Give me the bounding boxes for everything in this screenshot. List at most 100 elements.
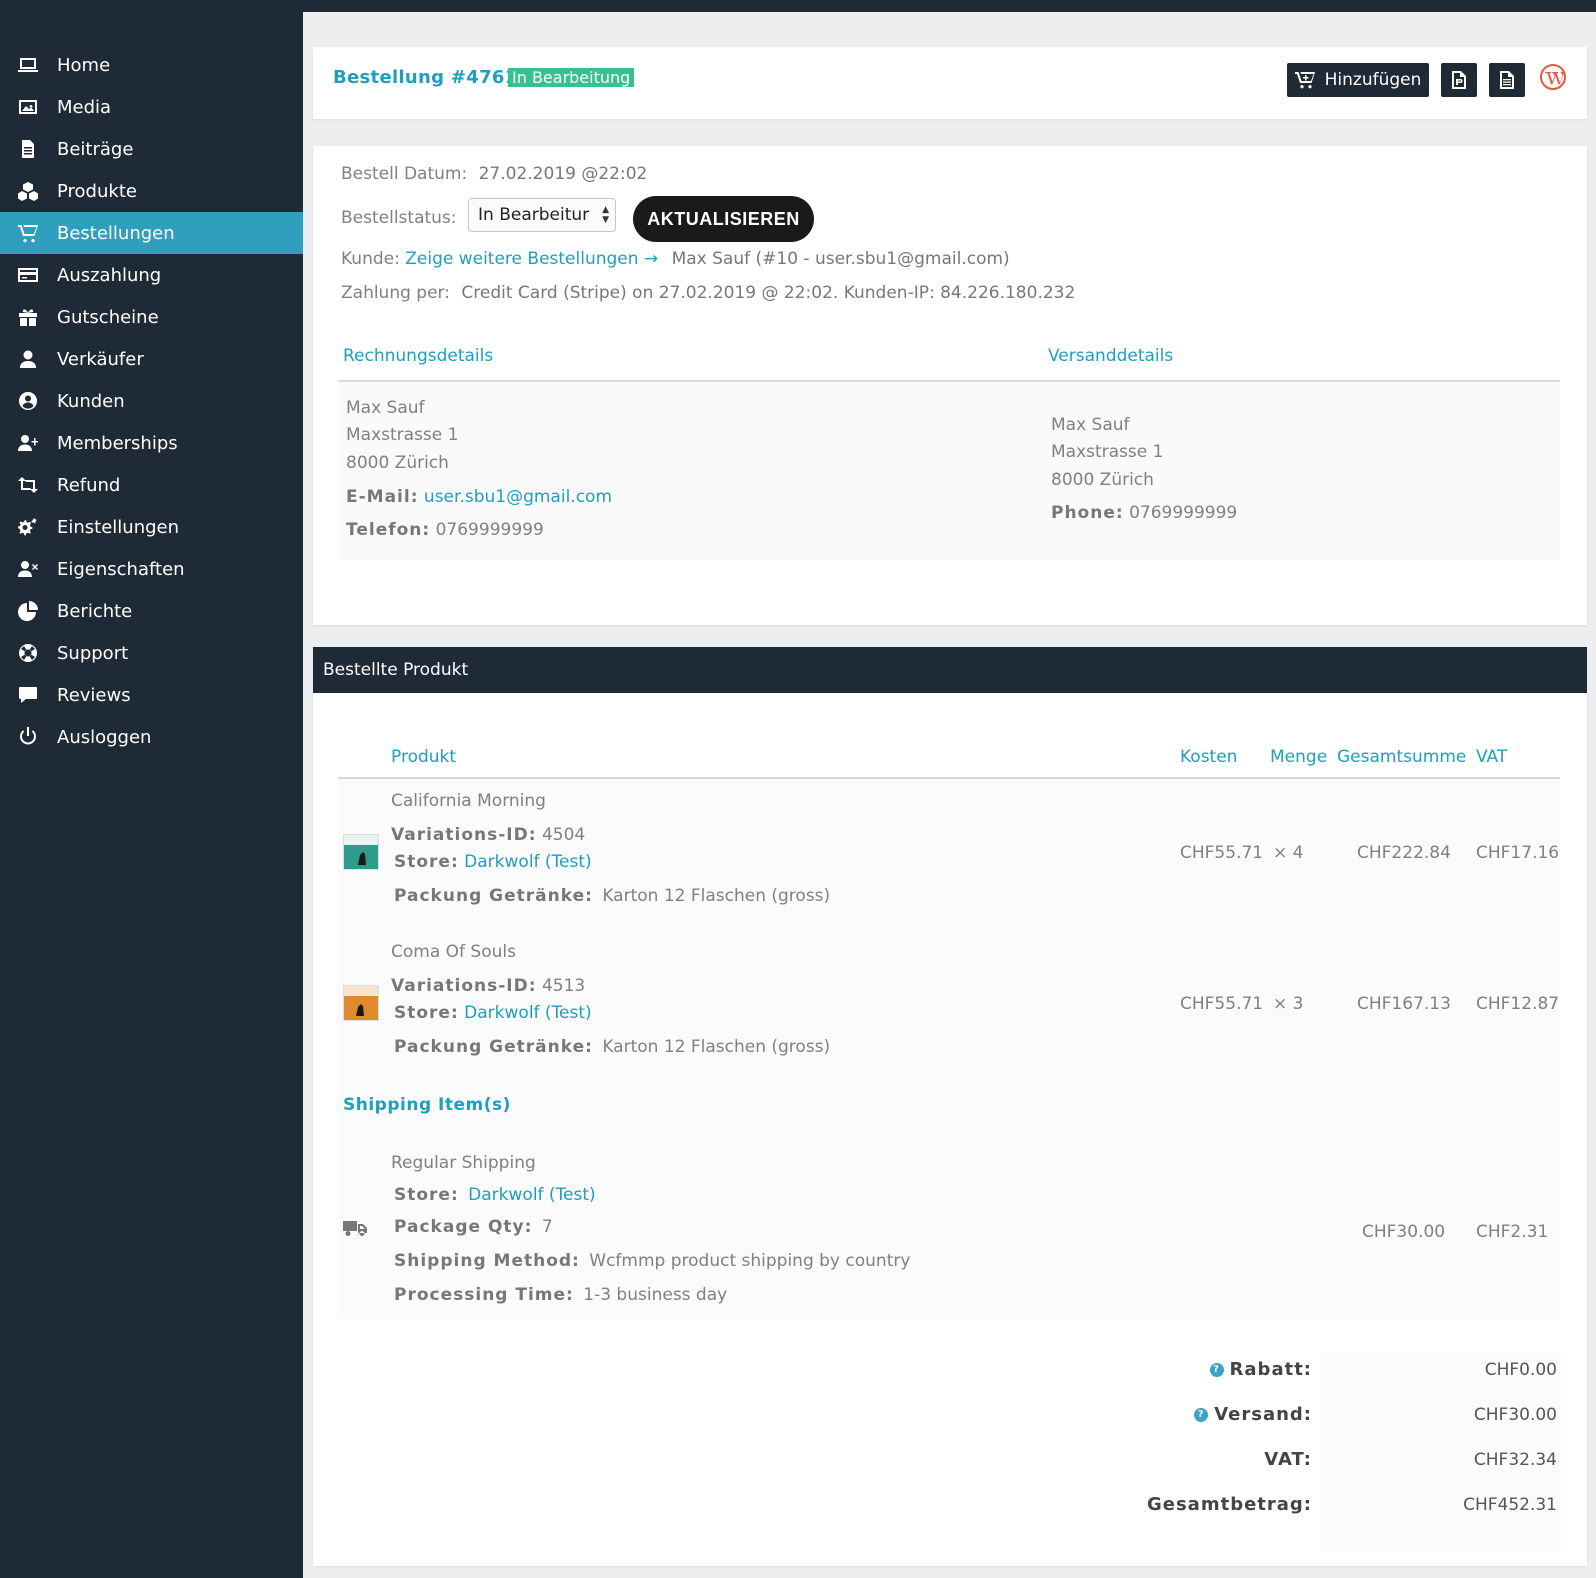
sidebar-item-eigenschaften[interactable]: Eigenschaften	[0, 548, 303, 590]
cart-plus-icon	[1294, 71, 1315, 89]
shipping-method: Wcfmmp product shipping by country	[589, 1251, 911, 1271]
help-icon[interactable]: ?	[1194, 1408, 1209, 1422]
power-icon	[18, 727, 38, 747]
sidebar-item-bestellungen[interactable]: Bestellungen	[0, 212, 303, 254]
sidebar-item-memberships[interactable]: Memberships	[0, 422, 303, 464]
items-list: California Morning Variations-ID: 4504 S…	[338, 779, 1560, 1319]
grand-total-value: CHF452.31	[1463, 1495, 1557, 1515]
pack-row: Packung Getränke: Karton 12 Flaschen (gr…	[394, 1037, 830, 1057]
sidebar-item-label: Memberships	[57, 432, 178, 454]
sidebar-item-ausloggen[interactable]: Ausloggen	[0, 716, 303, 758]
store-label: Store:	[394, 1185, 459, 1205]
billing-phone-row: Telefon: 0769999999	[346, 520, 544, 540]
shipping-method-row: Shipping Method: Wcfmmp product shipping…	[394, 1251, 910, 1271]
pack-value: Karton 12 Flaschen (gross)	[602, 1037, 831, 1057]
sidebar-item-label: Bestellungen	[57, 222, 175, 244]
cubes-icon	[18, 181, 38, 201]
user-icon	[18, 349, 38, 369]
shipping-store-row: Store: Darkwolf (Test)	[394, 1185, 596, 1205]
shipping-cost-label: ? Versand:	[1194, 1404, 1312, 1425]
comment-icon	[18, 685, 38, 705]
payment-info: Credit Card (Stripe) on 27.02.2019 @ 22:…	[461, 283, 1076, 303]
sidebar-item-home[interactable]: Home	[0, 44, 303, 86]
variation-id: 4513	[541, 976, 586, 996]
sidebar-item-label: Ausloggen	[57, 726, 152, 748]
variation-label: Variations-ID:	[391, 976, 537, 996]
sidebar-item-label: Gutscheine	[57, 306, 159, 328]
sidebar-item-label: Einstellungen	[57, 516, 180, 538]
item-cost: CHF55.71	[1180, 994, 1264, 1014]
processing-time-row: Processing Time: 1-3 business day	[394, 1285, 727, 1305]
billing-email-link[interactable]: user.sbu1@gmail.com	[424, 487, 612, 507]
monitor-icon	[18, 55, 38, 75]
order-status-label: Bestellstatus:	[341, 208, 457, 228]
billing-email-row: E-Mail: user.sbu1@gmail.com	[346, 487, 612, 507]
product-link[interactable]: California Morning	[391, 791, 546, 811]
add-button-label: Hinzufügen	[1324, 70, 1422, 90]
item-qty: × 3	[1273, 994, 1304, 1014]
sidebar-item-reviews[interactable]: Reviews	[0, 674, 303, 716]
customer-orders-link[interactable]: Zeige weitere Bestellungen →	[405, 249, 658, 269]
package-qty-label: Package Qty:	[394, 1217, 533, 1237]
pack-label: Packung Getränke:	[394, 886, 593, 906]
processing-time-label: Processing Time:	[394, 1285, 574, 1305]
sidebar-item-kunden[interactable]: Kunden	[0, 380, 303, 422]
order-details: Bestell Datum: 27.02.2019 @22:02 Bestell…	[313, 146, 1587, 625]
col-cost: Kosten	[1180, 747, 1238, 767]
sidebar-item-beitraege[interactable]: Beiträge	[0, 128, 303, 170]
pack-value: Karton 12 Flaschen (gross)	[602, 886, 831, 906]
pie-chart-icon	[18, 601, 38, 621]
sidebar-item-label: Auszahlung	[57, 264, 162, 286]
pdf-button[interactable]	[1441, 63, 1477, 97]
sidebar-item-einstellungen[interactable]: Einstellungen	[0, 506, 303, 548]
update-button[interactable]: AKTUALISIEREN	[633, 196, 814, 242]
help-icon[interactable]: ?	[1209, 1363, 1224, 1377]
product-thumbnail[interactable]	[343, 834, 379, 870]
order-status-select[interactable]: In Bearbeitur ▲ ▼	[468, 198, 616, 232]
sidebar-item-gutscheine[interactable]: Gutscheine	[0, 296, 303, 338]
variation-row: Variations-ID: 4513	[391, 976, 585, 996]
sidebar: Home Media Beiträge Produkte Bestellunge…	[0, 12, 303, 1578]
shipping-vat: CHF2.31	[1476, 1222, 1549, 1242]
sidebar-item-media[interactable]: Media	[0, 86, 303, 128]
pack-row: Packung Getränke: Karton 12 Flaschen (gr…	[394, 886, 830, 906]
shipping-name: Regular Shipping	[391, 1153, 536, 1173]
product-link[interactable]: Coma Of Souls	[391, 942, 516, 962]
sidebar-item-auszahlung[interactable]: Auszahlung	[0, 254, 303, 296]
user-circle-icon	[18, 391, 38, 411]
shipping-heading: Versanddetails	[1048, 346, 1174, 366]
sidebar-item-berichte[interactable]: Berichte	[0, 590, 303, 632]
discount-label: ? Rabatt:	[1209, 1359, 1312, 1380]
add-button[interactable]: Hinzufügen	[1287, 63, 1429, 97]
address-box: Max Sauf Maxstrasse 1 8000 Zürich E-Mail…	[338, 382, 1560, 560]
shipping-phone-row: Phone: 0769999999	[1051, 503, 1237, 523]
products-heading: Bestellte Produkt	[313, 647, 1587, 693]
billing-heading: Rechnungsdetails	[343, 346, 494, 366]
shipping-items-heading: Shipping Item(s)	[343, 1095, 511, 1115]
store-label: Store:	[394, 852, 459, 872]
sidebar-item-label: Eigenschaften	[57, 558, 185, 580]
sidebar-item-label: Support	[57, 642, 129, 664]
shipping-phone-label: Phone:	[1051, 503, 1124, 523]
vat-label: VAT:	[1264, 1449, 1312, 1470]
document-icon	[18, 139, 38, 159]
billing-email-label: E-Mail:	[346, 487, 419, 507]
store-link[interactable]: Darkwolf (Test)	[468, 1185, 596, 1205]
col-qty: Menge	[1270, 747, 1328, 767]
sidebar-item-support[interactable]: Support	[0, 632, 303, 674]
sidebar-item-produkte[interactable]: Produkte	[0, 170, 303, 212]
product-thumbnail[interactable]	[343, 985, 379, 1021]
store-link[interactable]: Darkwolf (Test)	[464, 1003, 592, 1023]
pack-label: Packung Getränke:	[394, 1037, 593, 1057]
store-link[interactable]: Darkwolf (Test)	[464, 852, 592, 872]
sidebar-item-refund[interactable]: Refund	[0, 464, 303, 506]
order-date-value: 27.02.2019 @22:02	[478, 164, 648, 184]
sidebar-item-verkaeufer[interactable]: Verkäufer	[0, 338, 303, 380]
variation-row: Variations-ID: 4504	[391, 825, 585, 845]
order-header: Bestellung #4761 In Bearbeitung Hinzufüg…	[313, 47, 1587, 119]
document-list-button[interactable]	[1489, 63, 1525, 97]
user-times-icon	[18, 559, 38, 579]
image-icon	[18, 97, 38, 117]
wordpress-icon[interactable]	[1539, 63, 1567, 91]
payment-row: Zahlung per: Credit Card (Stripe) on 27.…	[341, 283, 1075, 303]
